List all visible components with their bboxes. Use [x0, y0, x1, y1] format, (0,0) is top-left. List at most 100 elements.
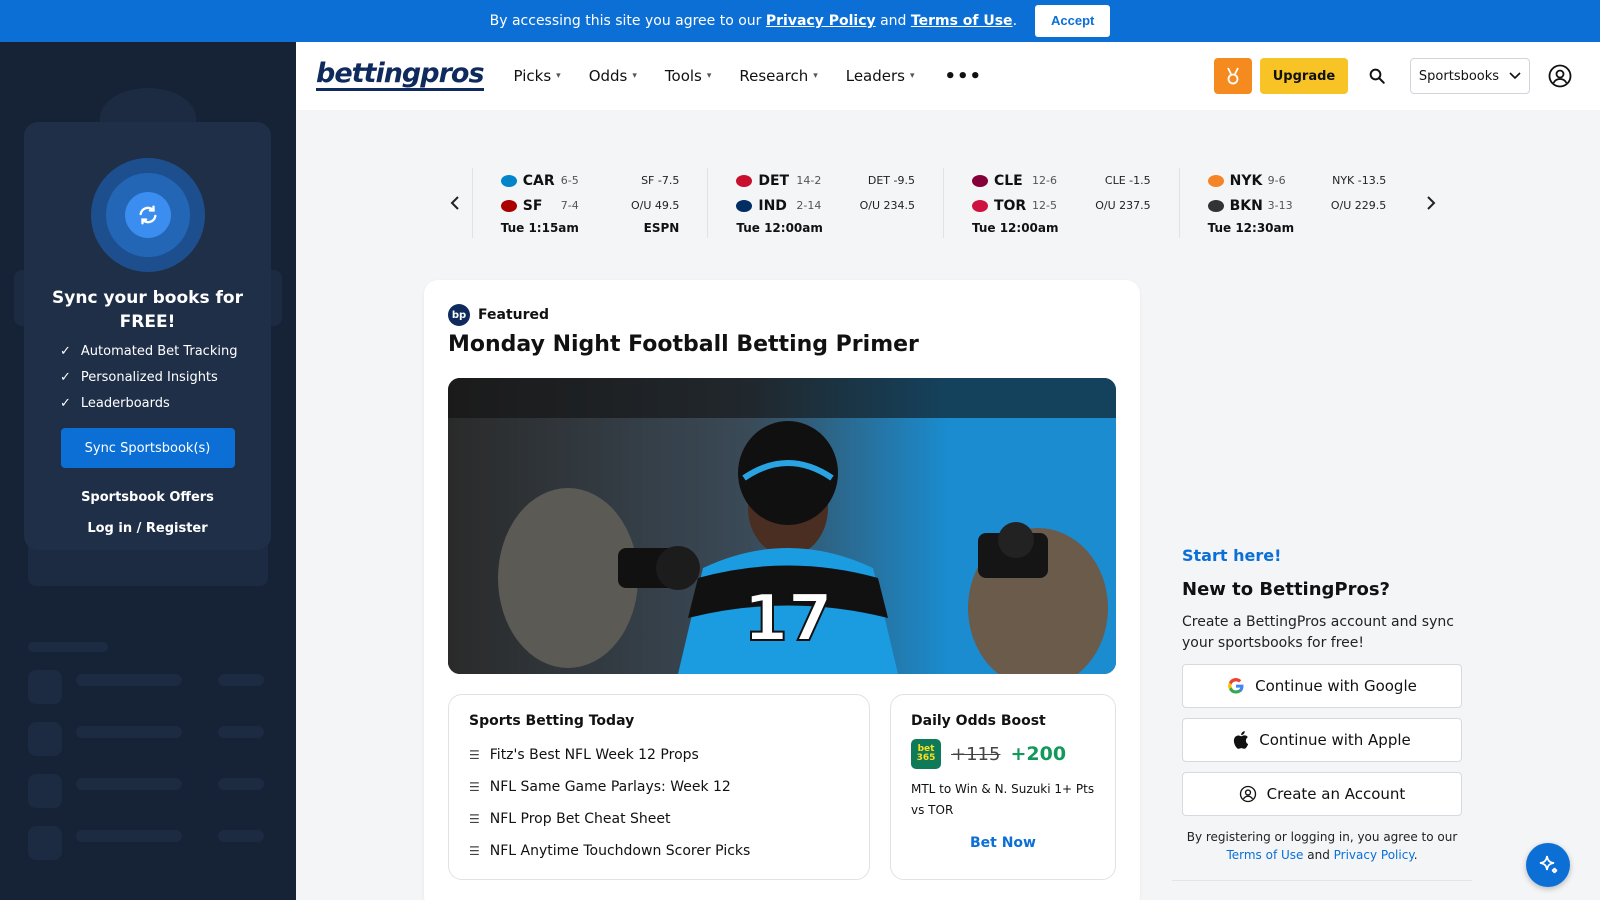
- nav-item-picks[interactable]: Picks ▾: [514, 67, 561, 85]
- nav-item-odds[interactable]: Odds ▾: [589, 67, 637, 85]
- scoreboard-prev-button[interactable]: [438, 168, 472, 238]
- daily-odds-boost-box: Daily Odds Boost bet 365 +115 +200 MTL t…: [890, 694, 1116, 880]
- chevron-down-icon: ▾: [556, 71, 561, 81]
- bettingpros-logo[interactable]: bettingpros: [316, 60, 485, 91]
- sidebar-placeholder: [76, 778, 182, 790]
- boosted-odds: +200: [1010, 743, 1067, 765]
- sidebar-placeholder: [28, 642, 108, 652]
- start-here-heading: Start here!: [1182, 546, 1282, 565]
- terms-of-use-link[interactable]: Terms of Use: [1226, 848, 1303, 862]
- team-logo-icon: [971, 174, 988, 187]
- user-circle-icon: [1239, 785, 1256, 803]
- article-link[interactable]: ☰ NFL Same Game Parlays: Week 12: [469, 771, 849, 803]
- boost-description: MTL to Win & N. Suzuki 1+ Pts vs TOR: [911, 782, 1095, 817]
- article-link[interactable]: ☰ NFL Prop Bet Cheat Sheet: [469, 803, 849, 835]
- chevron-down-icon: ▾: [706, 71, 712, 81]
- featured-title[interactable]: Monday Night Football Betting Primer: [448, 332, 919, 357]
- terms-of-use-link[interactable]: Terms of Use: [911, 13, 1013, 29]
- sync-title: Sync your books for FREE!: [52, 288, 243, 332]
- sidebar-placeholder: [218, 674, 264, 686]
- featured-tag: bp Featured: [448, 304, 549, 326]
- chevron-right-icon: [1427, 196, 1436, 210]
- sync-sportsbooks-button[interactable]: Sync Sportsbook(s): [60, 428, 235, 468]
- nav-item-leaders[interactable]: Leaders ▾: [846, 67, 915, 85]
- continue-with-apple-button[interactable]: Continue with Apple: [1182, 718, 1462, 762]
- sync-icon-halo: [90, 158, 205, 272]
- signup-description: Create a BettingPros account and sync yo…: [1182, 614, 1454, 651]
- google-icon: [1228, 677, 1244, 694]
- team-logo-icon: [500, 174, 517, 187]
- check-icon: ✓: [60, 395, 71, 411]
- privacy-policy-link[interactable]: Privacy Policy: [1334, 848, 1414, 862]
- game-card[interactable]: DET 14-2 DET -9.5 IND 2-14 O/U 234.5 Tue 12:…: [707, 168, 943, 238]
- privacy-policy-link[interactable]: Privacy Policy: [766, 13, 876, 29]
- daily-odds-boost-heading: Daily Odds Boost: [911, 713, 1046, 729]
- nav-item-tools[interactable]: Tools ▾: [665, 67, 711, 85]
- main-nav: Picks ▾ Odds ▾ Tools ▾ Research ▾ Leaders ▾: [514, 67, 915, 85]
- user-icon[interactable]: [1548, 64, 1572, 88]
- sidebar-placeholder: [218, 726, 264, 738]
- sync-feature-list: ✓ Automated Bet Tracking ✓ Personalized In…: [60, 338, 237, 416]
- article-icon: ☰: [469, 844, 480, 858]
- article-icon: ☰: [469, 812, 480, 826]
- article-link[interactable]: ☰ Fitz's Best NFL Week 12 Props: [469, 739, 849, 771]
- main-content: CAR 6-5 SF -7.5 SF 7-4 O/U 49.5 Tue 1:15am ES…: [296, 110, 1600, 900]
- sportsbooks-dropdown[interactable]: Sportsbooks: [1410, 58, 1530, 94]
- scoreboard-next-button[interactable]: [1414, 168, 1448, 238]
- sidebar: Sync your books for FREE! ✓ Automated Bet…: [0, 42, 296, 900]
- scoreboard: CAR 6-5 SF -7.5 SF 7-4 O/U 49.5 Tue 1:15am ES…: [438, 168, 1448, 238]
- ai-assistant-button[interactable]: [1526, 843, 1570, 887]
- login-register-link[interactable]: Log in / Register: [87, 521, 207, 536]
- cookie-banner: By accessing this site you agree to our …: [0, 0, 1600, 42]
- search-icon[interactable]: [1368, 67, 1386, 85]
- featured-card: bp Featured Monday Night Football Bettin…: [424, 280, 1140, 900]
- cookie-banner-text: By accessing this site you agree to our …: [489, 13, 1018, 29]
- continue-with-google-button[interactable]: Continue with Google: [1182, 664, 1462, 708]
- sync-icon: [124, 192, 171, 238]
- top-nav: bettingpros Picks ▾ Odds ▾ Tools ▾ Research…: [296, 42, 1600, 110]
- game-card[interactable]: CLE 12-6 CLE -1.5 TOR 12-5 O/U 237.5 Tue 12:…: [942, 168, 1179, 238]
- signup-panel: Start here! New to BettingPros? Create a…: [1182, 546, 1462, 864]
- article-icon: ☰: [469, 748, 480, 762]
- more-menu-icon[interactable]: •••: [945, 66, 983, 87]
- list-item: ✓ Automated Bet Tracking: [60, 343, 238, 359]
- team-logo-icon: [971, 199, 988, 212]
- jersey-number: 17: [743, 582, 832, 656]
- team-logo-icon: [1207, 199, 1224, 212]
- sparkle-icon: [1539, 855, 1558, 874]
- list-item: ✓ Personalized Insights: [60, 369, 218, 385]
- sidebar-placeholder: [76, 726, 182, 738]
- sports-betting-today-heading: Sports Betting Today: [469, 713, 635, 729]
- sync-books-card: Sync your books for FREE! ✓ Automated Bet…: [24, 122, 271, 550]
- accept-button[interactable]: Accept: [1035, 5, 1111, 37]
- article-icon: ☰: [469, 780, 480, 794]
- signup-title: New to BettingPros?: [1182, 579, 1391, 600]
- sidebar-placeholder: [28, 722, 62, 756]
- chevron-down-icon: [1509, 72, 1521, 80]
- bet-now-link[interactable]: Bet Now: [911, 835, 1095, 851]
- upgrade-button[interactable]: Upgrade: [1260, 58, 1348, 94]
- team-logo-icon: [1207, 174, 1224, 187]
- game-card[interactable]: NYK 9-6 NYK -13.5 BKN 3-13 O/U 229.5 Tue 12:…: [1178, 168, 1415, 238]
- check-icon: ✓: [60, 343, 71, 359]
- list-item: ✓ Leaderboards: [60, 395, 170, 411]
- bettingpros-badge-icon: bp: [448, 304, 470, 326]
- article-link[interactable]: ☰ NFL Anytime Touchdown Scorer Picks: [469, 835, 849, 867]
- game-card[interactable]: CAR 6-5 SF -7.5 SF 7-4 O/U 49.5 Tue 1:15am ES…: [471, 168, 708, 238]
- sidebar-placeholder: [218, 778, 264, 790]
- chevron-left-icon: [450, 196, 459, 210]
- nav-item-research[interactable]: Research ▾: [739, 67, 817, 85]
- check-icon: ✓: [60, 369, 71, 385]
- chevron-down-icon: ▾: [632, 71, 637, 81]
- team-logo-icon: [736, 174, 753, 187]
- featured-hero-image[interactable]: 17: [448, 378, 1116, 674]
- sidebar-placeholder: [76, 830, 182, 842]
- sidebar-placeholder: [28, 670, 62, 704]
- signup-legal-text: By registering or logging in, you agree …: [1186, 830, 1458, 862]
- create-account-button[interactable]: Create an Account: [1182, 772, 1462, 816]
- medal-icon[interactable]: [1214, 58, 1252, 94]
- team-logo-icon: [500, 199, 517, 212]
- team-logo-icon: [736, 199, 753, 212]
- old-odds: +115: [951, 743, 1001, 765]
- sportsbook-offers-link[interactable]: Sportsbook Offers: [81, 490, 214, 505]
